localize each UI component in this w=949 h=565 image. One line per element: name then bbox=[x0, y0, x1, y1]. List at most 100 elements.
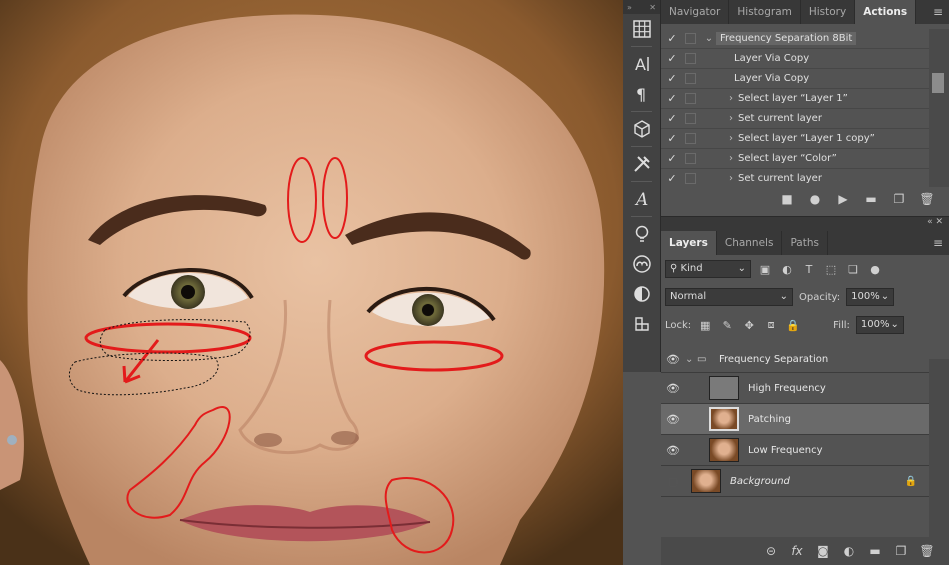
action-row[interactable]: ✓ › Select layer “Layer 1 copy” bbox=[661, 129, 929, 149]
add-mask-icon[interactable]: ◙ bbox=[815, 544, 831, 558]
libraries-cc-icon[interactable] bbox=[623, 249, 660, 279]
layer-row[interactable]: ▢ Background 🔒 bbox=[661, 466, 929, 497]
tab-history[interactable]: History bbox=[801, 0, 856, 24]
stop-icon[interactable]: ■ bbox=[779, 192, 795, 206]
fill-field[interactable]: 100% ⌄ bbox=[855, 316, 904, 334]
adjustment-layer-icon[interactable]: ◐ bbox=[841, 544, 857, 558]
link-layers-icon[interactable]: ⊝ bbox=[763, 544, 779, 558]
record-icon[interactable]: ● bbox=[807, 192, 823, 206]
tool-presets-icon[interactable] bbox=[623, 149, 660, 179]
blend-mode-select[interactable]: Normal ⌄ bbox=[665, 288, 793, 306]
filter-adjustment-icon[interactable]: ◐ bbox=[779, 261, 795, 277]
dialog-toggle-box[interactable] bbox=[685, 73, 696, 84]
layer-row[interactable]: 👁 Patching bbox=[661, 404, 929, 435]
actions-scrollbar[interactable] bbox=[929, 29, 949, 187]
scroll-thumb[interactable] bbox=[932, 73, 944, 93]
filter-shape-icon[interactable]: ⬚ bbox=[823, 261, 839, 277]
tool-strip: » ✕ A ¶ A bbox=[623, 0, 661, 372]
layer-row[interactable]: 👁 Low Frequency bbox=[661, 435, 929, 466]
action-row[interactable]: ✓ Layer Via Copy bbox=[661, 49, 929, 69]
adjustments-icon[interactable] bbox=[623, 279, 660, 309]
check-icon[interactable]: ✓ bbox=[661, 152, 683, 165]
filter-type-icon[interactable]: T bbox=[801, 261, 817, 277]
check-icon[interactable]: ✓ bbox=[661, 52, 683, 65]
tab-actions[interactable]: Actions bbox=[855, 0, 917, 24]
panel-menu-icon[interactable]: ≡ bbox=[933, 231, 943, 255]
tab-navigator[interactable]: Navigator bbox=[661, 0, 730, 24]
chevron-down-icon[interactable]: ⌄ bbox=[685, 354, 697, 365]
new-layer-icon[interactable]: ❐ bbox=[893, 544, 909, 558]
lock-move-icon[interactable]: ✥ bbox=[741, 317, 757, 333]
check-icon[interactable]: ✓ bbox=[661, 32, 683, 45]
check-icon[interactable]: ✓ bbox=[661, 92, 683, 105]
3d-cube-icon[interactable] bbox=[623, 114, 660, 144]
tab-layers[interactable]: Layers bbox=[661, 231, 717, 255]
action-row[interactable]: ✓ › Select layer “Layer 1” bbox=[661, 89, 929, 109]
new-group-folder-icon[interactable]: ▬ bbox=[867, 544, 883, 558]
opacity-field[interactable]: 100% ⌄ bbox=[846, 288, 895, 306]
trash-icon[interactable]: 🗑 bbox=[919, 192, 935, 206]
chevron-right-icon[interactable]: › bbox=[702, 113, 738, 124]
document-canvas[interactable] bbox=[0, 0, 623, 565]
tab-paths[interactable]: Paths bbox=[782, 231, 828, 255]
trash-icon[interactable]: 🗑 bbox=[919, 544, 935, 558]
action-row[interactable]: ✓ › Select layer “Color” bbox=[661, 149, 929, 169]
action-row[interactable]: ✓ ⌄ Frequency Separation 8Bit bbox=[661, 29, 929, 49]
layers-scrollbar[interactable] bbox=[929, 359, 949, 539]
character-panel-icon[interactable]: A bbox=[623, 49, 660, 79]
lock-transparent-icon[interactable]: ▦ bbox=[697, 317, 713, 333]
check-icon[interactable]: ✓ bbox=[661, 132, 683, 145]
action-row[interactable]: ✓ › Set current layer bbox=[661, 169, 929, 187]
check-icon[interactable]: ✓ bbox=[661, 112, 683, 125]
chevron-right-icon[interactable]: › bbox=[702, 153, 738, 164]
layer-row[interactable]: 👁 High Frequency bbox=[661, 373, 929, 404]
eye-icon[interactable]: 👁 bbox=[661, 444, 685, 457]
chevron-right-icon[interactable]: › bbox=[702, 93, 738, 104]
filter-toggle-icon[interactable]: ● bbox=[867, 261, 883, 277]
dialog-toggle-box[interactable] bbox=[685, 113, 696, 124]
action-row[interactable]: ✓ › Set current layer bbox=[661, 109, 929, 129]
eye-icon[interactable]: 👁 bbox=[661, 382, 685, 395]
search-icon: ⚲ bbox=[670, 263, 681, 274]
filter-smart-object-icon[interactable]: ❏ bbox=[845, 261, 861, 277]
tab-channels[interactable]: Channels bbox=[717, 231, 783, 255]
tab-histogram[interactable]: Histogram bbox=[729, 0, 801, 24]
eye-icon[interactable]: 👁 bbox=[661, 413, 685, 426]
check-icon[interactable]: ✓ bbox=[661, 72, 683, 85]
layers-panel-grip[interactable]: « ✕ bbox=[661, 217, 949, 231]
dialog-toggle-box[interactable] bbox=[685, 173, 696, 184]
dialog-toggle-box[interactable] bbox=[685, 33, 696, 44]
filter-pixel-icon[interactable]: ▣ bbox=[757, 261, 773, 277]
cube-stack-icon[interactable] bbox=[623, 309, 660, 339]
chevron-down-icon: ⌄ bbox=[737, 263, 746, 274]
play-icon[interactable]: ▶ bbox=[835, 192, 851, 206]
bottom-panel-tabs: Layers Channels Paths ≡ bbox=[661, 231, 949, 255]
grid-icon[interactable] bbox=[623, 14, 660, 44]
layer-row-group[interactable]: 👁 ⌄ ▭ Frequency Separation bbox=[661, 347, 929, 373]
new-set-folder-icon[interactable]: ▬ bbox=[863, 192, 879, 206]
visibility-toggle-box[interactable]: ▢ bbox=[661, 475, 685, 488]
svg-text:A: A bbox=[634, 190, 648, 209]
lock-all-icon[interactable]: 🔒 bbox=[785, 317, 801, 333]
filter-kind-select[interactable]: ⚲ Kind ⌄ bbox=[665, 260, 751, 278]
lock-artboard-icon[interactable]: ⧈ bbox=[763, 317, 779, 333]
action-row[interactable]: ✓ Layer Via Copy bbox=[661, 69, 929, 89]
dialog-toggle-box[interactable] bbox=[685, 53, 696, 64]
fx-icon[interactable]: fx bbox=[789, 544, 805, 558]
dialog-toggle-box[interactable] bbox=[685, 133, 696, 144]
chevron-down-icon[interactable]: ⌄ bbox=[702, 33, 716, 44]
paragraph-icon[interactable]: ¶ bbox=[623, 79, 660, 109]
glyphs-icon[interactable]: A bbox=[623, 184, 660, 214]
panel-menu-icon[interactable]: ≡ bbox=[933, 0, 943, 24]
chevron-right-icon[interactable]: › bbox=[702, 133, 738, 144]
eye-icon[interactable]: 👁 bbox=[661, 353, 685, 366]
lock-brush-icon[interactable]: ✎ bbox=[719, 317, 735, 333]
check-icon[interactable]: ✓ bbox=[661, 172, 683, 185]
new-action-icon[interactable]: ❐ bbox=[891, 192, 907, 206]
chevron-right-icon[interactable]: › bbox=[702, 173, 738, 184]
dialog-toggle-box[interactable] bbox=[685, 93, 696, 104]
dialog-toggle-box[interactable] bbox=[685, 153, 696, 164]
layer-thumbnail bbox=[709, 376, 739, 400]
learn-lightbulb-icon[interactable] bbox=[623, 219, 660, 249]
tool-strip-grip[interactable]: » ✕ bbox=[623, 0, 660, 14]
